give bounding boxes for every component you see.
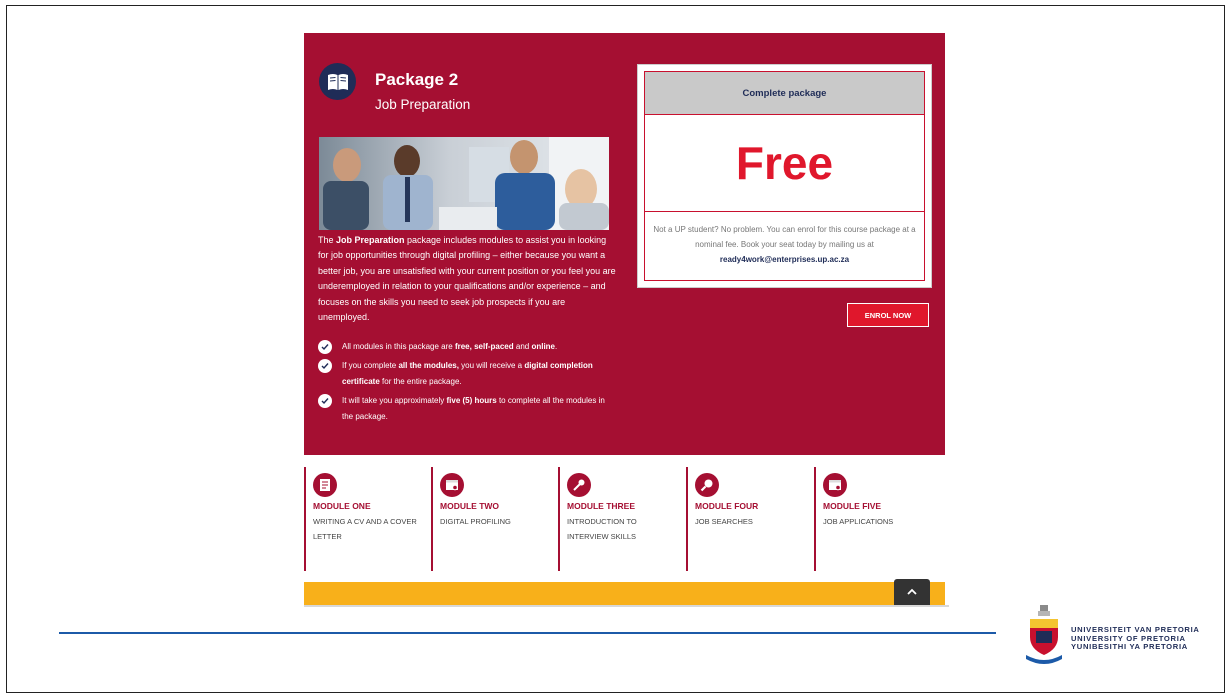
module-name: MODULE THREE (567, 501, 635, 511)
document-icon (313, 473, 337, 497)
web-application-icon (823, 473, 847, 497)
price-card: Complete package Free Not a UP student? … (637, 64, 932, 288)
university-crest-icon (1024, 603, 1064, 672)
university-name-sepedi: YUNIBESITHI YA PRETORIA (1071, 642, 1188, 652)
package-panel: Package 2 Job Preparation The Job Prepar… (304, 33, 945, 455)
package-title: Package 2 (375, 70, 459, 89)
module-name: MODULE ONE (313, 501, 371, 511)
university-name: UNIVERSITEIT VAN PRETORIA UNIVERSITY OF … (1071, 625, 1200, 652)
price-value: Free (645, 115, 924, 212)
module-one[interactable]: MODULE ONE WRITING A CV AND A COVER LETT… (304, 467, 422, 571)
job-preparation-photo (319, 137, 609, 230)
book-icon (319, 63, 356, 100)
check-circle-icon (318, 340, 332, 354)
module-three[interactable]: MODULE THREE INTRODUCTION TO INTERVIEW S… (558, 467, 676, 571)
web-profile-icon (440, 473, 464, 497)
feature-item-free: All modules in this package are free, se… (318, 339, 618, 356)
package-subtitle: Job Preparation (375, 97, 471, 112)
module-list: MODULE ONE WRITING A CV AND A COVER LETT… (304, 467, 945, 571)
enrol-now-button[interactable]: ENROL NOW (847, 303, 929, 327)
price-card-header: Complete package (645, 72, 924, 115)
module-name: MODULE FIVE (823, 501, 882, 511)
footer-divider (304, 605, 949, 607)
chevron-up-icon (907, 588, 917, 595)
check-circle-icon (318, 393, 332, 408)
footer-bar (304, 582, 945, 605)
module-description: DIGITAL PROFILING (440, 517, 511, 526)
scroll-to-top-button[interactable] (894, 579, 930, 605)
module-description: JOB SEARCHES (695, 517, 753, 526)
module-two[interactable]: MODULE TWO DIGITAL PROFILING (431, 467, 549, 571)
price-note: Not a UP student? No problem. You can en… (653, 225, 916, 264)
microphone-icon (567, 473, 591, 497)
description-strong: Job Preparation (336, 235, 405, 245)
contact-email[interactable]: ready4work@enterprises.up.ac.za (720, 255, 849, 264)
check-circle-icon (318, 358, 332, 373)
module-four[interactable]: MODULE FOUR JOB SEARCHES (686, 467, 804, 571)
feature-list: All modules in this package are free, se… (318, 339, 618, 428)
magnifier-icon (695, 473, 719, 497)
module-description: JOB APPLICATIONS (823, 517, 894, 526)
package-description: The Job Preparation package includes mod… (318, 235, 616, 323)
feature-item-certificate: If you complete all the modules, you wil… (318, 358, 618, 391)
module-name: MODULE FOUR (695, 501, 759, 511)
module-description: INTRODUCTION TO INTERVIEW SKILLS (567, 517, 637, 541)
module-name: MODULE TWO (440, 501, 500, 511)
module-description: WRITING A CV AND A COVER LETTER (313, 517, 417, 541)
feature-item-duration: It will take you approximately five (5) … (318, 393, 618, 426)
module-five[interactable]: MODULE FIVE JOB APPLICATIONS (814, 467, 932, 571)
slide-rule (59, 632, 996, 634)
